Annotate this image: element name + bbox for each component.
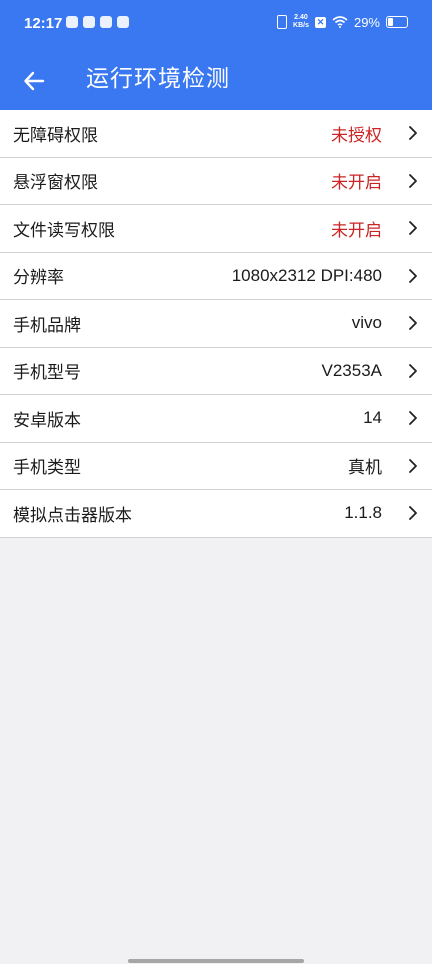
- row-label: 安卓版本: [13, 410, 81, 431]
- row-value: 真机: [348, 458, 382, 478]
- row-label: 手机类型: [13, 458, 81, 479]
- environment-check-list: 无障碍权限 未授权 悬浮窗权限 未开启 文件读写权限 未开启 分辨率 1080x…: [0, 110, 432, 538]
- chevron-right-icon: [396, 315, 418, 331]
- list-item-accessibility-permission[interactable]: 无障碍权限 未授权: [0, 110, 432, 158]
- list-item-file-rw-permission[interactable]: 文件读写权限 未开启: [0, 205, 432, 253]
- chevron-right-icon: [396, 505, 418, 521]
- chevron-right-icon: [396, 173, 418, 189]
- row-value: 14: [363, 408, 382, 428]
- row-label: 文件读写权限: [13, 220, 115, 241]
- status-indicators: 2.40 KB/s ✕ 29%: [277, 14, 408, 30]
- row-value: 未开启: [331, 173, 382, 193]
- app-bar: 运行环境检测: [0, 52, 432, 110]
- row-label: 手机品牌: [13, 315, 81, 336]
- home-indicator[interactable]: [128, 959, 304, 963]
- list-item-phone-type[interactable]: 手机类型 真机: [0, 442, 432, 490]
- chevron-right-icon: [396, 410, 418, 426]
- status-bar: 12:17 2.40 KB/s ✕ 29%: [0, 0, 432, 52]
- no-sim-icon: ✕: [314, 16, 326, 28]
- chevron-right-icon: [396, 220, 418, 236]
- battery-percent: 29%: [353, 14, 380, 30]
- battery-level: [388, 18, 393, 26]
- row-label: 悬浮窗权限: [13, 173, 98, 194]
- chevron-right-icon: [396, 125, 418, 141]
- row-value: 未开启: [331, 220, 382, 240]
- status-time: 12:17: [24, 15, 63, 32]
- list-item-phone-model[interactable]: 手机型号 V2353A: [0, 347, 432, 395]
- notification-icon: [117, 16, 129, 28]
- chevron-right-icon: [396, 458, 418, 474]
- list-item-resolution[interactable]: 分辨率 1080x2312 DPI:480: [0, 252, 432, 300]
- vibrate-icon: [277, 15, 288, 29]
- network-speed: 2.40 KB/s: [293, 14, 309, 30]
- row-label: 模拟点击器版本: [13, 505, 132, 526]
- list-item-clicker-version[interactable]: 模拟点击器版本 1.1.8: [0, 490, 432, 538]
- row-label: 分辨率: [13, 268, 64, 289]
- row-value: 未授权: [331, 125, 382, 145]
- row-value: 1080x2312 DPI:480: [231, 265, 382, 285]
- notification-icon: [100, 16, 112, 28]
- wifi-icon: [332, 16, 348, 28]
- list-item-floating-window-permission[interactable]: 悬浮窗权限 未开启: [0, 157, 432, 205]
- back-button[interactable]: [14, 61, 54, 101]
- notification-icons: [66, 16, 129, 28]
- row-label: 无障碍权限: [13, 125, 98, 146]
- chevron-right-icon: [396, 268, 418, 284]
- list-item-android-version[interactable]: 安卓版本 14: [0, 395, 432, 443]
- row-label: 手机型号: [13, 363, 81, 384]
- list-item-phone-brand[interactable]: 手机品牌 vivo: [0, 300, 432, 348]
- row-value: 1.1.8: [344, 503, 382, 523]
- page-title: 运行环境检测: [86, 66, 230, 92]
- arrow-left-icon: [24, 71, 45, 91]
- chevron-right-icon: [396, 363, 418, 379]
- network-speed-unit: KB/s: [293, 22, 309, 29]
- notification-icon: [83, 16, 95, 28]
- battery-icon: [386, 16, 408, 28]
- row-value: vivo: [351, 313, 382, 333]
- notification-icon: [66, 16, 78, 28]
- network-speed-value: 2.40: [294, 14, 308, 21]
- row-value: V2353A: [321, 360, 383, 380]
